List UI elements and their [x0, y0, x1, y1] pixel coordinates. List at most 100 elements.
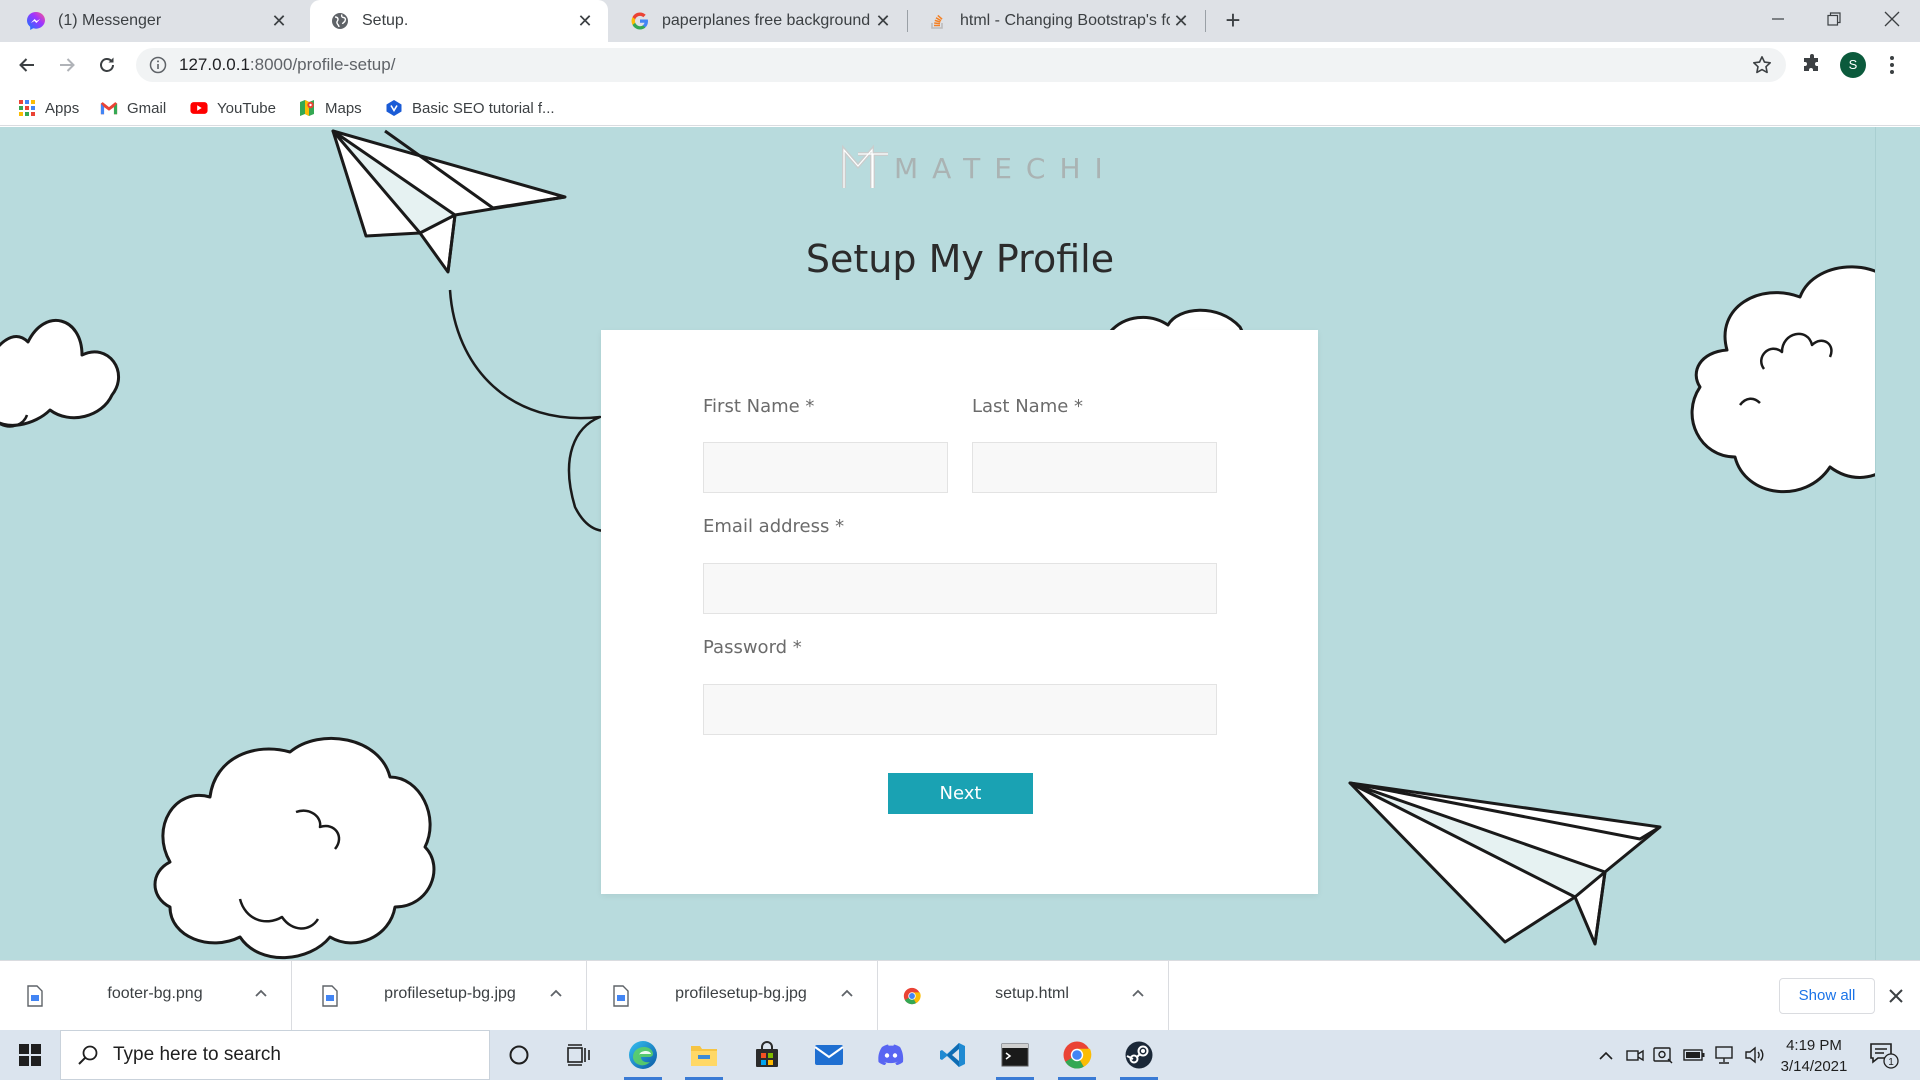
- download-item[interactable]: profilesetup-bg.jpg: [295, 961, 587, 1031]
- bookmarks-bar: Apps Gmail YouTube Maps Basic SEO tutori…: [0, 88, 1920, 126]
- password-label: Password *: [703, 637, 802, 658]
- taskbar-search-box[interactable]: Type here to search: [60, 1030, 490, 1080]
- microsoft-store-icon[interactable]: [740, 1030, 794, 1080]
- email-label: Email address *: [703, 516, 845, 537]
- apps-grid-icon: [18, 99, 36, 117]
- close-shelf-icon[interactable]: [1884, 984, 1908, 1008]
- cloud-left: [0, 319, 120, 427]
- image-file-icon: [27, 985, 43, 1007]
- gmail-icon: [100, 99, 118, 117]
- close-window-icon[interactable]: [1864, 0, 1920, 38]
- flight-trail: [448, 289, 621, 533]
- meet-now-icon[interactable]: [1622, 1030, 1648, 1080]
- bookmark-label: Basic SEO tutorial f...: [412, 99, 555, 117]
- address-bar[interactable]: 127.0.0.1:8000/profile-setup/: [136, 48, 1786, 82]
- tab-close-icon[interactable]: ✕: [872, 10, 894, 32]
- url-host: 127.0.0.1: [179, 55, 250, 74]
- tab-title: html - Changing Bootstrap's form: [960, 12, 1170, 29]
- show-hidden-icons-chevron[interactable]: [1594, 1030, 1618, 1080]
- page-viewport: MATECHI Setup My Profile First Name * La…: [0, 127, 1920, 960]
- search-placeholder: Type here to search: [113, 1044, 281, 1065]
- tab-setup[interactable]: Setup. ✕: [310, 0, 608, 42]
- tab-stackoverflow[interactable]: html - Changing Bootstrap's form ✕: [908, 0, 1204, 42]
- chevron-up-icon[interactable]: [548, 985, 564, 1001]
- forward-arrow-icon[interactable]: [51, 49, 83, 81]
- url-path: :8000/profile-setup/: [249, 55, 396, 74]
- password-field[interactable]: [703, 684, 1217, 735]
- bookmark-label: YouTube: [217, 99, 276, 117]
- clock-time: 4:19 PM: [1786, 1037, 1842, 1054]
- profile-avatar[interactable]: S: [1840, 52, 1866, 78]
- download-item[interactable]: setup.html: [877, 961, 1169, 1031]
- bookmark-label: Apps: [45, 99, 80, 117]
- show-all-downloads-button[interactable]: Show all: [1779, 978, 1875, 1014]
- url-text: 127.0.0.1:8000/profile-setup/: [179, 55, 395, 75]
- bookmark-youtube[interactable]: YouTube: [190, 97, 276, 119]
- download-filename: profilesetup-bg.jpg: [384, 985, 516, 1002]
- next-button[interactable]: Next: [888, 773, 1033, 814]
- system-clock[interactable]: 4:19 PM 3/14/2021: [1770, 1035, 1858, 1077]
- tab-separator: [1205, 10, 1206, 32]
- extensions-puzzle-icon[interactable]: [1800, 53, 1824, 77]
- bookmark-star-icon[interactable]: [1752, 55, 1772, 75]
- email-field[interactable]: [703, 563, 1217, 614]
- first-name-field[interactable]: [703, 442, 948, 493]
- bookmark-seo-tutorial[interactable]: Basic SEO tutorial f...: [385, 97, 555, 119]
- cortana-icon[interactable]: [492, 1030, 546, 1080]
- new-tab-icon[interactable]: +: [1218, 6, 1248, 36]
- vscode-icon[interactable]: [926, 1030, 980, 1080]
- cloud-bottom-left: [153, 736, 436, 960]
- tab-messenger[interactable]: (1) Messenger ✕: [6, 0, 302, 42]
- tab-close-icon[interactable]: ✕: [268, 10, 290, 32]
- terminal-icon[interactable]: [988, 1030, 1042, 1080]
- discord-icon[interactable]: [864, 1030, 918, 1080]
- tab-close-icon[interactable]: ✕: [574, 10, 596, 32]
- chrome-file-icon: [903, 987, 921, 1005]
- windows-taskbar: Type here to search 4:19 PM 3/14/2021 1: [0, 1030, 1920, 1080]
- bookmark-gmail[interactable]: Gmail: [100, 97, 166, 119]
- download-item[interactable]: footer-bg.png: [0, 961, 292, 1031]
- windows-start-icon[interactable]: [0, 1030, 60, 1080]
- site-logo[interactable]: MATECHI: [840, 143, 1117, 193]
- download-filename: setup.html: [995, 985, 1069, 1002]
- notification-count: 1: [1888, 1057, 1894, 1068]
- download-item[interactable]: profilesetup-bg.jpg: [586, 961, 878, 1031]
- tab-google-search[interactable]: paperplanes free background - G ✕: [610, 0, 906, 42]
- tab-close-icon[interactable]: ✕: [1170, 10, 1192, 32]
- tab-title: paperplanes free background - G: [662, 12, 872, 29]
- network-icon[interactable]: [1710, 1030, 1738, 1080]
- logo-text: MATECHI: [894, 151, 1117, 185]
- task-view-icon[interactable]: [552, 1030, 606, 1080]
- restore-icon[interactable]: [1806, 0, 1862, 38]
- browser-menu-icon[interactable]: [1882, 52, 1902, 78]
- chevron-up-icon[interactable]: [253, 985, 269, 1001]
- file-explorer-icon[interactable]: [677, 1030, 731, 1080]
- back-arrow-icon[interactable]: [11, 49, 43, 81]
- tab-title: Setup.: [362, 12, 409, 29]
- battery-icon[interactable]: [1680, 1030, 1708, 1080]
- chevron-up-icon[interactable]: [1130, 985, 1146, 1001]
- chrome-icon[interactable]: [1050, 1030, 1104, 1080]
- minimize-icon[interactable]: [1750, 0, 1806, 38]
- screen-capture-icon[interactable]: [1650, 1030, 1676, 1080]
- mail-icon[interactable]: [802, 1030, 856, 1080]
- maps-icon: [298, 99, 316, 117]
- browser-toolbar: 127.0.0.1:8000/profile-setup/ S: [0, 42, 1920, 88]
- bookmark-apps[interactable]: Apps: [18, 97, 79, 119]
- globe-icon: [330, 11, 350, 31]
- youtube-icon: [190, 99, 208, 117]
- messenger-icon: [26, 11, 46, 31]
- logo-monogram-icon: [842, 144, 888, 188]
- notification-center-icon[interactable]: 1: [1868, 1040, 1900, 1070]
- site-info-icon[interactable]: [149, 56, 167, 74]
- chevron-up-icon[interactable]: [839, 985, 855, 1001]
- volume-icon[interactable]: [1740, 1030, 1768, 1080]
- steam-icon[interactable]: [1112, 1030, 1166, 1080]
- reload-icon[interactable]: [91, 49, 123, 81]
- edge-icon[interactable]: [616, 1030, 670, 1080]
- google-icon: [630, 11, 650, 31]
- bookmark-maps[interactable]: Maps: [298, 97, 362, 119]
- last-name-field[interactable]: [972, 442, 1217, 493]
- search-icon: [78, 1045, 98, 1065]
- first-name-label: First Name *: [703, 396, 815, 417]
